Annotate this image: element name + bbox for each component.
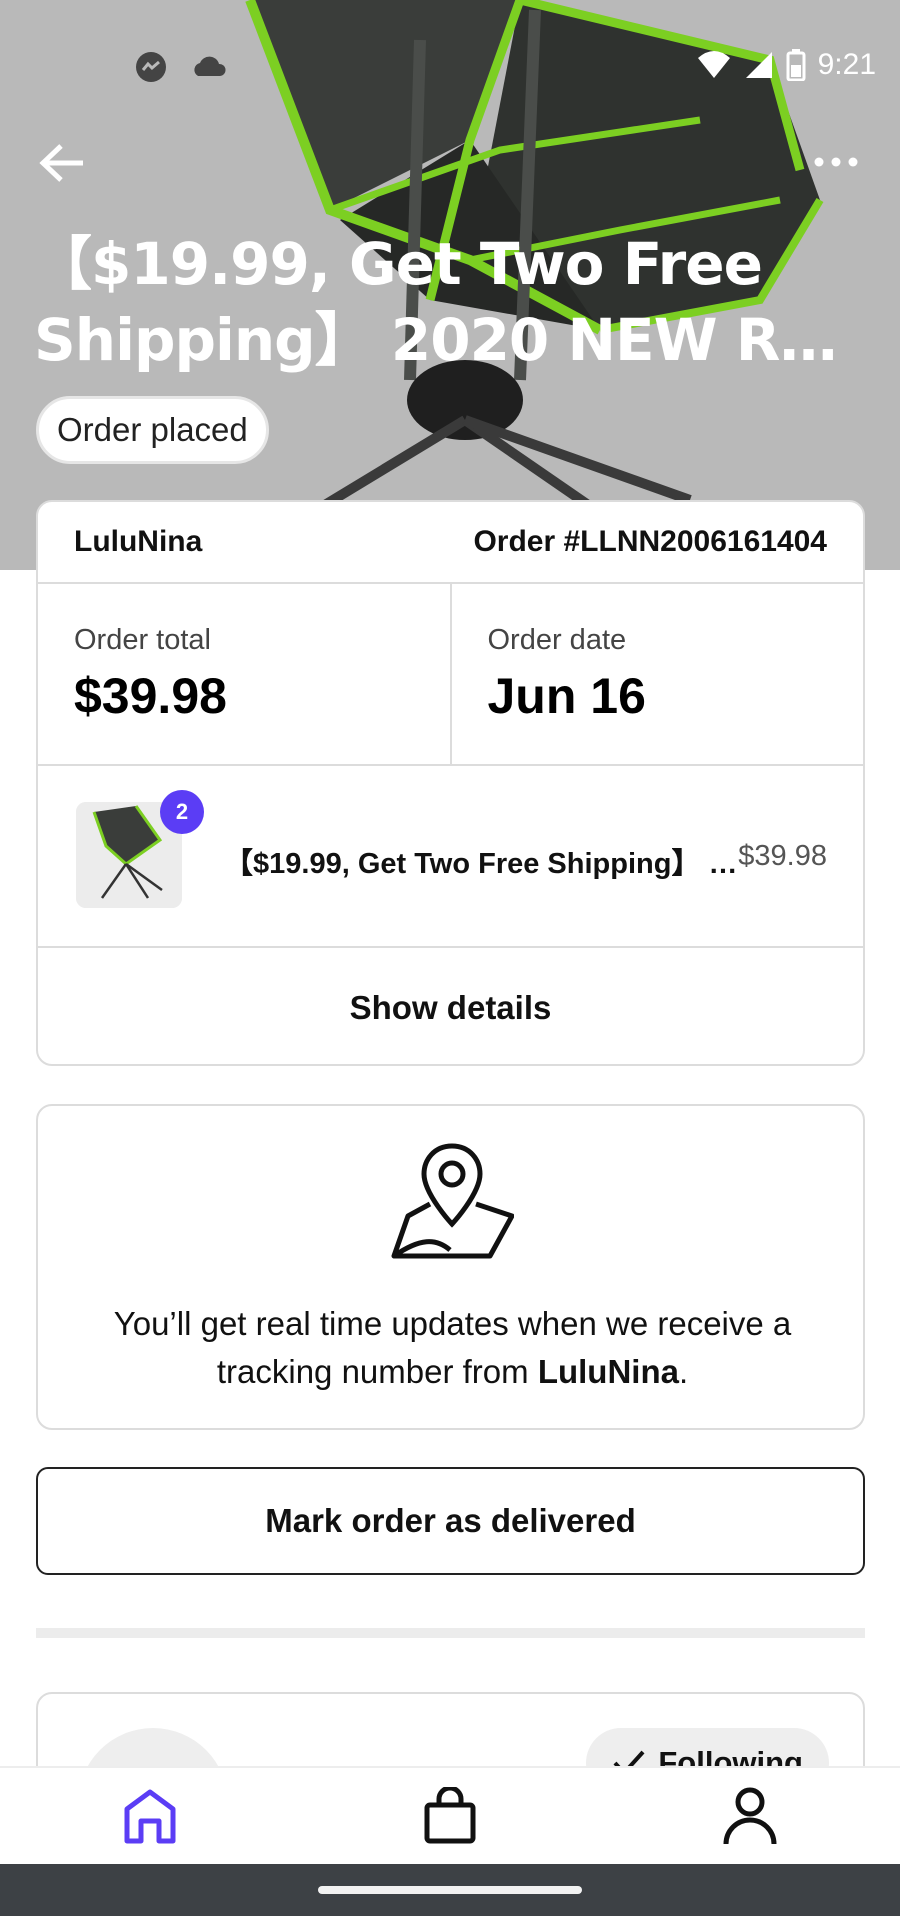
order-item-row[interactable]: 2 【$19.99, Get Two Free Shipping】 2020 N…	[38, 766, 863, 948]
more-options-button[interactable]	[806, 142, 866, 182]
order-stats: Order total $39.98 Order date Jun 16	[38, 584, 863, 766]
mark-delivered-button[interactable]: Mark order as delivered	[36, 1467, 865, 1575]
map-pin-icon	[391, 1143, 514, 1259]
tracking-info-card: You’ll get real time updates when we rec…	[36, 1104, 865, 1430]
tracking-message: You’ll get real time updates when we rec…	[78, 1300, 827, 1396]
battery-icon	[786, 49, 806, 81]
status-bar: 9:21	[0, 0, 900, 130]
bag-icon	[424, 1787, 476, 1844]
product-title-line2: Shipping】 2020 NEW RECLI...	[34, 306, 874, 374]
arrow-left-icon	[39, 144, 83, 182]
show-details-button[interactable]: Show details	[38, 948, 863, 1064]
order-summary-card: LuluNina Order #LLNN2006161404 Order tot…	[36, 500, 865, 1066]
order-date-label: Order date	[487, 624, 627, 656]
tracking-message-text: You’ll get real time updates when we rec…	[113, 1305, 792, 1390]
nav-home[interactable]	[90, 1771, 210, 1861]
signal-icon	[745, 52, 772, 78]
quantity-badge: 2	[160, 790, 204, 834]
more-horizontal-icon	[814, 157, 858, 167]
profile-icon	[723, 1787, 777, 1845]
order-number: Order #LLNN2006161404	[473, 525, 827, 558]
nav-orders[interactable]	[390, 1771, 510, 1861]
order-header: LuluNina Order #LLNN2006161404	[38, 502, 863, 584]
system-gesture-bar	[0, 1864, 900, 1916]
order-total: Order total $39.98	[38, 584, 450, 764]
wifi-icon	[697, 51, 730, 78]
order-total-value: $39.98	[74, 668, 227, 724]
product-title-line1: 【$19.99, Get Two Free	[34, 230, 763, 298]
bottom-navigation	[0, 1766, 900, 1864]
order-date: Order date Jun 16	[449, 584, 864, 764]
home-gesture-handle[interactable]	[318, 1886, 582, 1894]
section-divider	[36, 1628, 865, 1638]
product-hero: 9:21 【$19.99, Get Two Free Shipping】 202…	[0, 0, 900, 570]
item-title: 【$19.99, Get Two Free Shipping】 2020 NEW…	[224, 848, 744, 880]
store-name[interactable]: LuluNina	[74, 525, 202, 559]
home-icon	[124, 1789, 176, 1844]
product-title: 【$19.99, Get Two Free Shipping】 2020 NEW…	[34, 226, 874, 378]
order-status-badge: Order placed	[36, 396, 269, 464]
clock: 9:21	[817, 48, 876, 81]
back-button[interactable]	[34, 138, 90, 188]
order-date-value: Jun 16	[487, 668, 646, 724]
nav-profile[interactable]	[690, 1771, 810, 1861]
messenger-icon	[136, 52, 166, 82]
item-price: $39.98	[738, 840, 827, 872]
order-total-label: Order total	[74, 624, 211, 656]
tracking-store-name: LuluNina	[537, 1353, 679, 1390]
cloud-icon	[194, 56, 226, 76]
tracking-message-end: .	[678, 1353, 689, 1390]
